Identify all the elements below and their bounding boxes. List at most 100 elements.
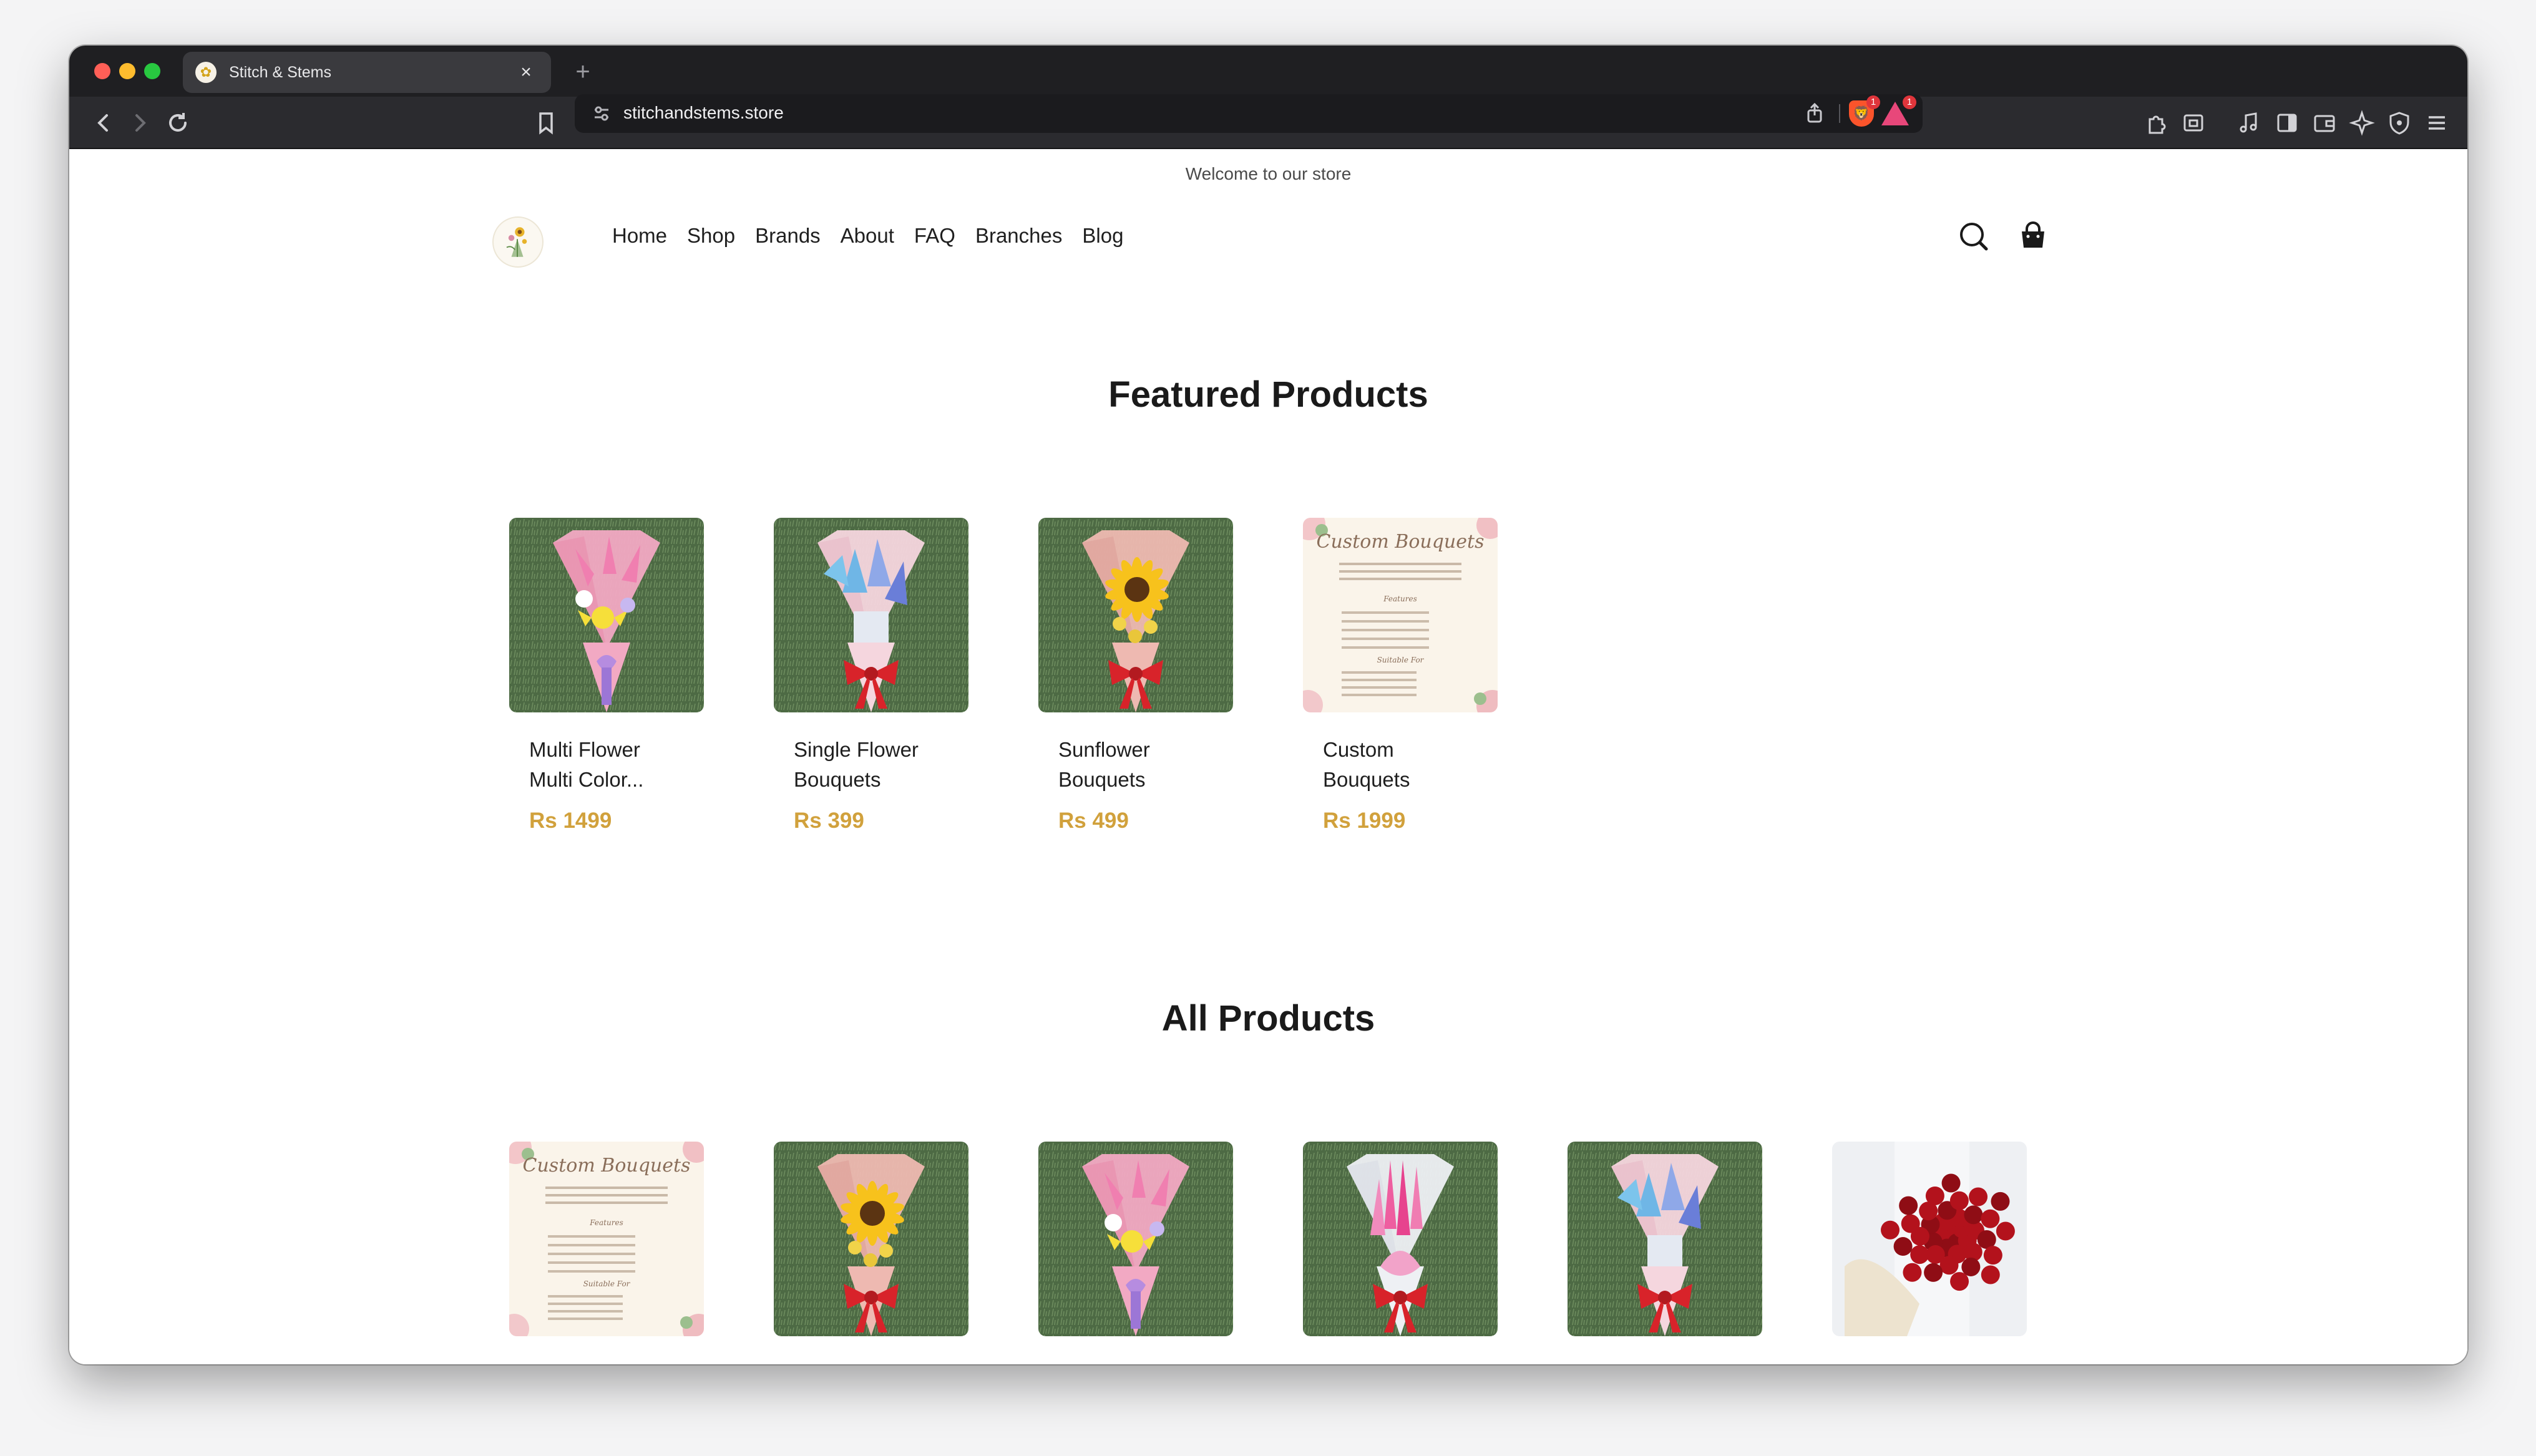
product-image[interactable]: [1303, 1142, 1498, 1336]
svg-text:Features: Features: [1383, 595, 1417, 603]
address-bar[interactable]: stitchandstems.store 🦁 1 1: [575, 94, 1923, 133]
product-price: Rs 399: [794, 808, 864, 833]
extensions-icon[interactable]: [2141, 108, 2171, 138]
product-name[interactable]: Multi Flower Multi Color...: [509, 735, 696, 795]
vpn-icon[interactable]: [2384, 108, 2414, 138]
close-window-button[interactable]: [94, 63, 110, 79]
shopping-bag-icon[interactable]: [2014, 218, 2052, 255]
sidebar-icon[interactable]: [2272, 108, 2302, 138]
close-tab-icon[interactable]: ×: [514, 62, 539, 83]
url-separator: [1839, 104, 1840, 123]
product-card[interactable]: Multi Flower Bouquets: [1303, 1142, 1498, 1364]
svg-text:Suitable For: Suitable For: [1377, 656, 1425, 664]
product-name-line: Custom: [1323, 738, 1394, 761]
nav-brands[interactable]: Brands: [755, 224, 821, 248]
nav-faq[interactable]: FAQ: [914, 224, 955, 248]
featured-products-title: Featured Products: [1108, 374, 1428, 415]
product-name-line: Sunflower: [794, 1359, 961, 1364]
wallet-icon[interactable]: [2309, 108, 2339, 138]
site-header: Home Shop Brands About FAQ Branches Blog: [69, 199, 2467, 280]
minimize-window-button[interactable]: [119, 63, 135, 79]
back-icon[interactable]: [88, 108, 118, 138]
leo-ai-icon[interactable]: [2347, 108, 2377, 138]
main-nav: Home Shop Brands About FAQ Branches Blog: [612, 224, 1143, 248]
nav-home[interactable]: Home: [612, 224, 667, 248]
forward-icon[interactable]: [125, 108, 155, 138]
svg-text:Custom Bouquets: Custom Bouquets: [1317, 531, 1485, 553]
product-card[interactable]: Custom Bouquets Features Suitable For Cu…: [509, 1142, 704, 1364]
reload-icon[interactable]: [163, 108, 193, 138]
product-name[interactable]: Multi Flower Bouquets: [1303, 1359, 1490, 1364]
product-image[interactable]: [509, 518, 704, 712]
product-image[interactable]: [774, 518, 968, 712]
announcement-bar: Welcome to our store: [1185, 164, 1352, 183]
bookmark-icon[interactable]: [531, 108, 561, 138]
menu-icon[interactable]: [2422, 108, 2452, 138]
product-name[interactable]: Custom Bouquets: [1303, 735, 1490, 795]
all-products-title: All Products: [1161, 998, 1375, 1039]
tab-title: Stitch & Stems: [229, 63, 331, 81]
nav-about[interactable]: About: [841, 224, 894, 248]
nav-branches[interactable]: Branches: [975, 224, 1062, 248]
product-name-line: Multi Flower: [1323, 1359, 1490, 1364]
product-image[interactable]: [1568, 1142, 1762, 1336]
screenshot-icon[interactable]: [2178, 108, 2208, 138]
product-name-line: Blanket Sofa: [1852, 1359, 2019, 1364]
product-name-line: Bouquets: [1323, 768, 1410, 791]
search-icon[interactable]: [1955, 218, 1992, 255]
product-image[interactable]: [774, 1142, 968, 1336]
product-name[interactable]: Sunflower Bouquets: [774, 1359, 961, 1364]
tab-strip: ✿ Stitch & Stems × +: [69, 46, 2467, 97]
product-price: Rs 1499: [529, 808, 612, 833]
product-image[interactable]: [1038, 1142, 1233, 1336]
rewards-count-badge: 1: [1903, 95, 1916, 109]
product-name-line: Single Flower: [1587, 1359, 1755, 1364]
product-card[interactable]: Single Flower Bouquets Rs 399: [774, 518, 968, 833]
share-icon[interactable]: [1800, 99, 1829, 128]
product-card[interactable]: Sunflower Bouquets Rs 499: [1038, 518, 1233, 833]
product-image[interactable]: Custom Bouquets Features Suitable For: [1303, 518, 1498, 712]
new-tab-button[interactable]: +: [565, 54, 600, 89]
web-page: Welcome to our store Home Shop Brands Ab…: [69, 149, 2467, 1364]
svg-text:Suitable For: Suitable For: [583, 1279, 631, 1288]
active-tab[interactable]: ✿ Stitch & Stems ×: [183, 52, 551, 93]
music-icon[interactable]: [2235, 108, 2265, 138]
product-name-line: Custom: [529, 1359, 696, 1364]
product-image[interactable]: Custom Bouquets Features Suitable For: [509, 1142, 704, 1336]
product-card[interactable]: Multi Flower Multi Color... Rs 1499: [509, 518, 704, 833]
product-name[interactable]: Single Flower Bouquets: [774, 735, 961, 795]
nav-shop[interactable]: Shop: [687, 224, 735, 248]
shield-count-badge: 1: [1866, 95, 1880, 109]
url-text[interactable]: stitchandstems.store: [623, 103, 784, 123]
product-name[interactable]: Single Flower Bouquets: [1568, 1359, 1755, 1364]
product-price: Rs 499: [1058, 808, 1129, 833]
site-favicon-icon: ✿: [195, 62, 217, 83]
product-image[interactable]: [1832, 1142, 2027, 1336]
product-price: Rs 1999: [1323, 808, 1406, 833]
bouquet-logo-icon: [506, 227, 527, 257]
svg-text:Features: Features: [589, 1218, 623, 1227]
product-name[interactable]: Multi Flower Multi Color...: [1038, 1359, 1226, 1364]
product-name-line: Bouquets: [794, 768, 881, 791]
product-name-line: Multi Flower: [529, 738, 640, 761]
product-image[interactable]: [1038, 518, 1233, 712]
product-name[interactable]: Custom Bouquets: [509, 1359, 696, 1364]
product-name-line: Multi Color...: [529, 768, 644, 791]
maximize-window-button[interactable]: [144, 63, 160, 79]
product-name-line: Sunflower: [1058, 738, 1150, 761]
product-card[interactable]: Blanket Sofa Bouquet...: [1832, 1142, 2027, 1364]
nav-blog[interactable]: Blog: [1082, 224, 1123, 248]
product-name[interactable]: Sunflower Bouquets: [1038, 735, 1226, 795]
svg-text:Custom Bouquets: Custom Bouquets: [523, 1155, 691, 1177]
desktop: ✿ Stitch & Stems × + stitchandstems.stor…: [0, 0, 2536, 1456]
product-card[interactable]: Custom Bouquets Features Suitable For Cu…: [1303, 518, 1498, 833]
product-card[interactable]: Sunflower Bouquets: [774, 1142, 968, 1364]
product-card[interactable]: Single Flower Bouquets: [1568, 1142, 1762, 1364]
product-name-line: Single Flower: [794, 738, 919, 761]
product-name[interactable]: Blanket Sofa Bouquet...: [1832, 1359, 2019, 1364]
site-settings-icon[interactable]: [587, 99, 616, 128]
product-card[interactable]: Multi Flower Multi Color...: [1038, 1142, 1233, 1364]
store-logo[interactable]: [492, 216, 544, 268]
browser-toolbar: stitchandstems.store 🦁 1 1: [69, 94, 2467, 149]
product-name-line: Multi Flower: [1058, 1359, 1226, 1364]
